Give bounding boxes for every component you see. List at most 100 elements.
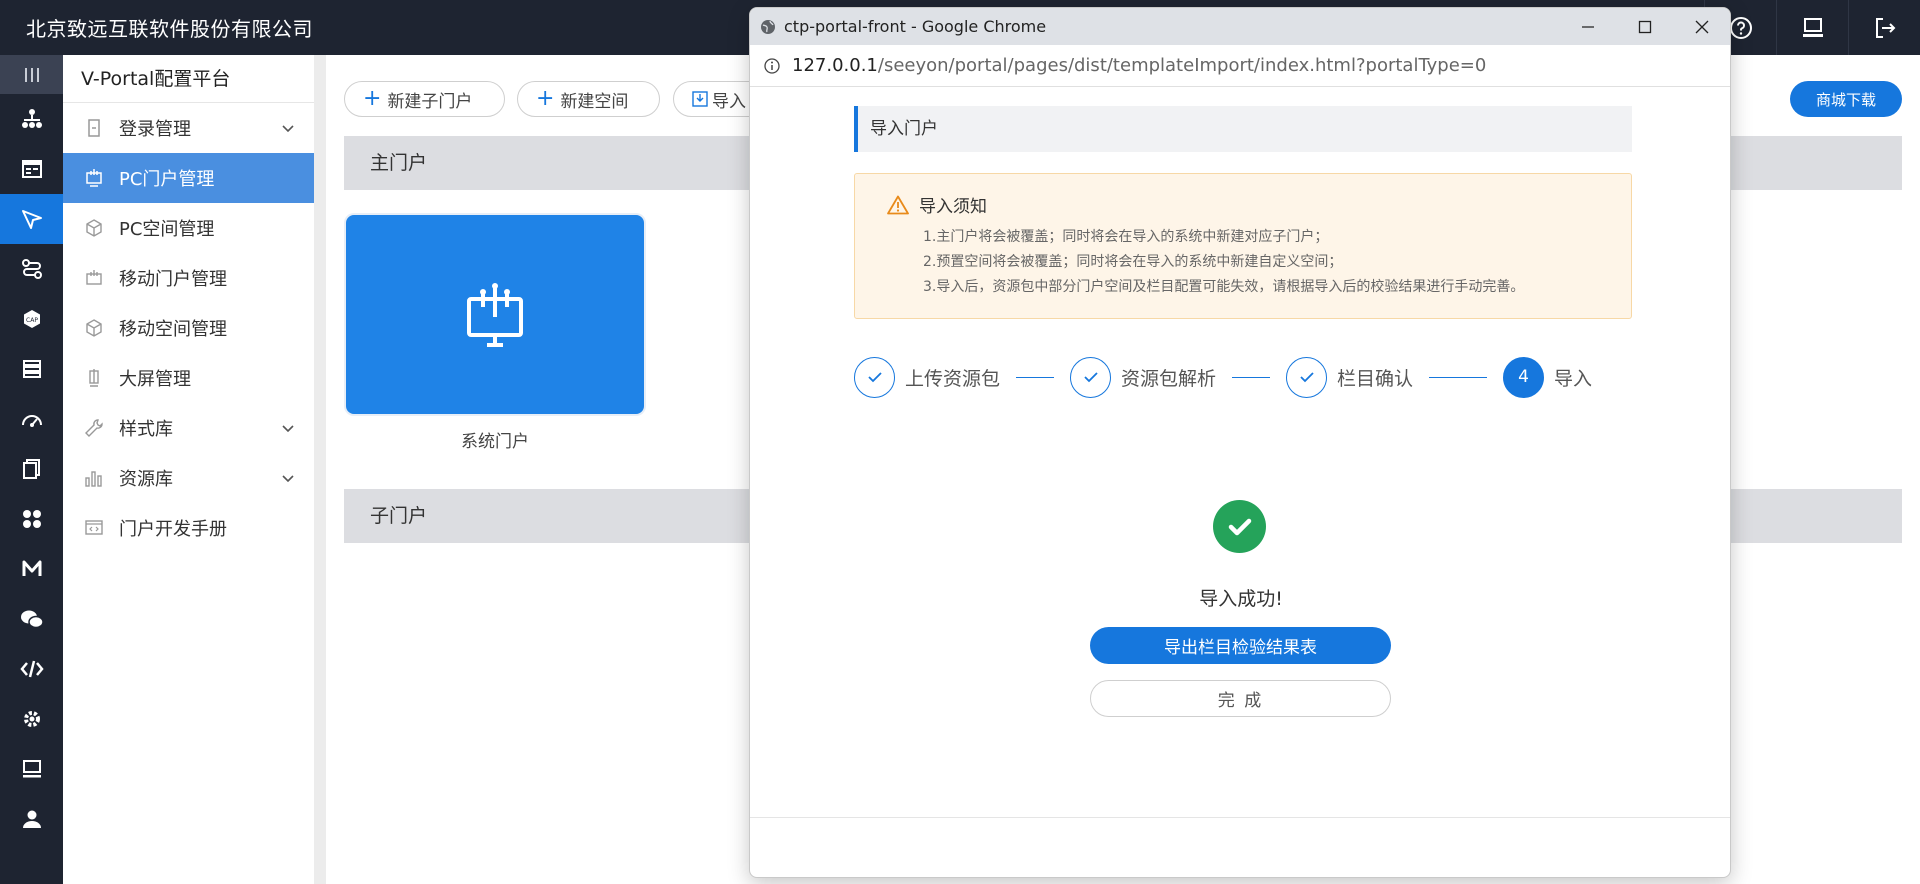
settings-icon[interactable] <box>0 694 63 744</box>
notice-line: 2.预置空间将会被覆盖；同时将会在导入的系统中新建自定义空间； <box>923 254 1343 270</box>
step-connector <box>1016 376 1055 378</box>
plus-icon: + <box>363 86 382 111</box>
import-steps: 上传资源包 资源包解析 栏目确认 4 导入 <box>854 354 1632 400</box>
big-screen-icon <box>83 367 105 389</box>
system-portal-name: 系统门户 <box>461 432 529 452</box>
close-icon[interactable] <box>1673 8 1730 45</box>
plus-icon: + <box>536 86 555 111</box>
menu-item-label: 移动空间管理 <box>119 319 227 340</box>
check-icon <box>854 356 895 398</box>
mobile-portal-icon <box>83 267 105 289</box>
new-sub-portal-button[interactable]: + 新建子门户 <box>344 81 505 117</box>
menu-item-label: 移动门户管理 <box>119 269 227 290</box>
menu-item-style-library[interactable]: 样式库 <box>63 403 314 453</box>
menu-item-dev-manual[interactable]: 门户开发手册 <box>63 503 314 553</box>
minimize-icon[interactable] <box>1559 8 1616 45</box>
send-icon[interactable] <box>0 194 63 244</box>
step-confirm: 栏目确认 <box>1286 356 1413 398</box>
import-notice: 导入须知 1.主门户将会被覆盖；同时将会在导入的系统中新建对应子门户； 2.预置… <box>854 173 1632 319</box>
wechat-icon[interactable] <box>0 594 63 644</box>
menu-item-label: 门户开发手册 <box>119 519 227 540</box>
wrench-icon <box>83 417 105 439</box>
menu-item-pc-space[interactable]: PC空间管理 <box>63 203 314 253</box>
top-icons <box>1704 0 1920 55</box>
layers-icon[interactable] <box>0 344 63 394</box>
code-icon[interactable] <box>0 644 63 694</box>
cube-icon <box>83 317 105 339</box>
window-controls <box>1559 8 1730 45</box>
import-icon <box>692 91 708 107</box>
notice-title: 导入须知 <box>887 192 987 217</box>
gauge-icon[interactable] <box>0 394 63 444</box>
new-space-button[interactable]: + 新建空间 <box>517 81 660 117</box>
monitor-icon[interactable] <box>1776 0 1848 55</box>
menu-item-label: 大屏管理 <box>119 369 191 390</box>
success-check-icon <box>1213 500 1266 553</box>
cube-icon <box>83 217 105 239</box>
step-connector <box>1232 376 1271 378</box>
maximize-icon[interactable] <box>1616 8 1673 45</box>
menu-item-label: PC门户管理 <box>119 169 215 190</box>
user-icon[interactable] <box>0 794 63 844</box>
url-host: 127.0.0.1 <box>792 55 878 76</box>
success-message: 导入成功! <box>1199 588 1283 610</box>
menu-item-mobile-space[interactable]: 移动空间管理 <box>63 303 314 353</box>
portal-monitor-icon <box>467 282 523 347</box>
step-upload: 上传资源包 <box>854 356 1000 398</box>
step-number: 4 <box>1503 356 1545 398</box>
finish-button[interactable]: 完 成 <box>1090 680 1391 717</box>
menu-item-label: PC空间管理 <box>119 219 215 240</box>
cap-icon[interactable]: CAP <box>0 294 63 344</box>
form-icon[interactable] <box>0 144 63 194</box>
menu-item-pc-portal[interactable]: PC门户管理 <box>63 153 314 203</box>
window-title: ctp-portal-front - Google Chrome <box>784 17 1047 36</box>
address-bar[interactable]: 127.0.0.1/seeyon/portal/pages/dist/templ… <box>750 45 1730 87</box>
check-icon <box>1070 356 1112 398</box>
code-window-icon <box>83 517 105 539</box>
logout-icon[interactable] <box>1848 0 1920 55</box>
page-title: 导入门户 <box>854 106 1632 152</box>
notice-line: 1.主门户将会被覆盖；同时将会在导入的系统中新建对应子门户； <box>923 229 1329 245</box>
m-icon[interactable] <box>0 544 63 594</box>
menu-item-label: 登录管理 <box>119 119 191 140</box>
info-icon[interactable] <box>764 57 780 74</box>
store-download-button[interactable]: 商城下载 <box>1790 81 1902 117</box>
company-name: 北京致远互联软件股份有限公司 <box>26 17 313 41</box>
export-results-button[interactable]: 导出栏目检验结果表 <box>1090 627 1391 664</box>
login-icon <box>83 117 105 139</box>
menu-item-label: 样式库 <box>119 419 173 440</box>
screen-icon[interactable] <box>0 744 63 794</box>
side-menu: V-Portal配置平台 登录管理 PC门户管理 PC空间管理 移动门户管理 移… <box>63 55 314 884</box>
system-portal-card[interactable] <box>346 215 644 414</box>
document-icon[interactable] <box>0 444 63 494</box>
svg-text:CAP: CAP <box>26 317 38 324</box>
menu-item-big-screen[interactable]: 大屏管理 <box>63 353 314 403</box>
step-connector <box>1429 376 1488 378</box>
bar-chart-icon <box>83 467 105 489</box>
apps-icon[interactable] <box>0 494 63 544</box>
flow-icon[interactable] <box>0 244 63 294</box>
chevron-down-icon <box>282 475 294 483</box>
notice-line: 3.导入后，资源包中部分门户空间及栏目配置可能失效，请根据导入后的校验结果进行手… <box>923 279 1525 295</box>
check-icon <box>1286 356 1328 398</box>
step-import: 4 导入 <box>1503 356 1592 398</box>
menu-lines-icon[interactable] <box>0 55 63 94</box>
menu-title: V-Portal配置平台 <box>63 55 314 103</box>
menu-item-login[interactable]: 登录管理 <box>63 103 314 153</box>
globe-icon <box>760 19 776 35</box>
menu-item-label: 资源库 <box>119 469 173 490</box>
icon-rail: CAP <box>0 55 63 884</box>
chevron-down-icon <box>282 425 294 433</box>
warning-icon <box>887 195 909 214</box>
window-title-bar: ctp-portal-front - Google Chrome <box>750 8 1730 45</box>
chrome-popup-window: ctp-portal-front - Google Chrome 127.0.0… <box>749 7 1731 878</box>
chevron-down-icon <box>282 125 294 133</box>
menu-item-resource-library[interactable]: 资源库 <box>63 453 314 503</box>
menu-item-mobile-portal[interactable]: 移动门户管理 <box>63 253 314 303</box>
footer-divider <box>750 817 1730 818</box>
gutter <box>314 55 326 884</box>
portal-monitor-icon <box>83 167 105 189</box>
org-tree-icon[interactable] <box>0 94 63 144</box>
step-parse: 资源包解析 <box>1070 356 1216 398</box>
url-path: /seeyon/portal/pages/dist/templateImport… <box>877 55 1487 76</box>
